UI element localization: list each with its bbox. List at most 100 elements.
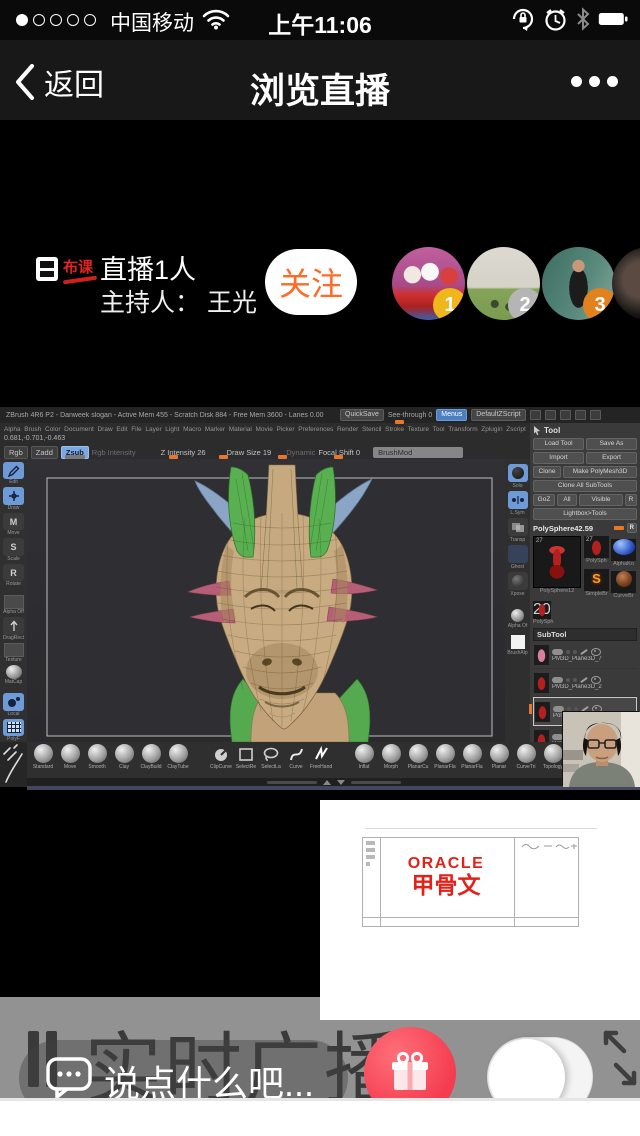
tool-label: Local — [8, 712, 20, 717]
zbrush-menu-item: Transform — [448, 426, 477, 433]
subtool-row: PM3D_Plane3D_2 — [533, 669, 637, 697]
host-webcam-video — [563, 712, 640, 787]
thumbnail-label: PolySph — [584, 558, 609, 564]
tool-label: Alpha Of — [508, 624, 527, 629]
toggle-knob — [489, 1039, 565, 1098]
scale-tool-button: S — [3, 538, 24, 555]
clone-all-subtools-button: Clone All SubTools — [533, 480, 637, 492]
brush-item: Standard — [31, 744, 55, 770]
thumbnail-label: CurveBr — [611, 593, 636, 599]
pen-icon — [580, 648, 588, 654]
oracle-logo-cn: 甲骨文 — [391, 872, 501, 898]
grid-icon — [7, 722, 21, 733]
brush-sphere-icon — [490, 744, 509, 763]
brush-sphere-icon — [88, 744, 107, 763]
tool-label: Rotate — [6, 582, 21, 587]
brush-item: Topology — [541, 744, 565, 770]
viewer-avatar[interactable]: 1 — [392, 247, 465, 320]
pen-icon — [580, 676, 588, 682]
dynamic-toggle: Dynamic — [286, 448, 315, 457]
stroke-label: ClipCurve — [210, 764, 232, 770]
solo-button — [508, 464, 528, 482]
seethrough-slider: See-through 0 — [388, 412, 432, 419]
webcam-overlay — [563, 712, 640, 787]
thumbnail-label: SimpleBr — [584, 591, 609, 597]
zbrush-menu-item: Draw — [97, 426, 112, 433]
dot-icon — [574, 707, 578, 711]
zbrush-menu-item: Light — [165, 426, 179, 433]
save-as-button: Save As — [586, 438, 637, 450]
zbrush-menu-item: File — [131, 426, 141, 433]
tool-thumbnail: S — [584, 569, 609, 591]
transparency-icon — [511, 522, 525, 533]
curve-icon — [287, 745, 305, 763]
zbrush-tool-panel: Tool Load Tool Save As Import Export Clo… — [530, 423, 640, 755]
draw-tool-button — [3, 487, 24, 504]
zbrush-menu-item: Material — [229, 426, 252, 433]
zbrush-coordinates: 0.681,-0.701,-0.463 — [4, 435, 65, 442]
battery-icon — [598, 12, 628, 26]
tool-label: Move — [7, 531, 19, 536]
quicksave-button: QuickSave — [340, 409, 384, 421]
brush-group-2: Inflat Morph PlanarCu PlanarFla — [352, 744, 565, 770]
pen-icon — [581, 705, 589, 711]
dot-icon — [573, 650, 577, 654]
zbrush-corner-brush-icon — [0, 742, 27, 787]
brush-alpha-swatch — [511, 635, 525, 649]
brush-label: Morph — [384, 764, 398, 770]
scribble-icon — [0, 742, 27, 787]
zbrush-menu-item: Alpha — [4, 426, 21, 433]
tool-label: Draw — [8, 506, 20, 511]
page-title: 浏览直播 — [0, 63, 640, 114]
brush-toggle-icon — [552, 677, 563, 683]
brush-label: PlanarFla — [461, 764, 482, 770]
toggle-switch[interactable] — [487, 1037, 593, 1098]
stroke-label: FreeHand — [310, 764, 332, 770]
menus-button: Menus — [436, 409, 467, 421]
draw-size-slider: Draw Size 19 — [227, 448, 272, 457]
subtool-thumbnail — [534, 673, 549, 693]
blue-sphere-icon — [613, 539, 635, 555]
load-tool-button: Load Tool — [533, 438, 584, 450]
scroll-down-icon — [337, 780, 345, 785]
tool-thumbnail — [611, 571, 636, 593]
zbrush-menu-item: Preferences — [298, 426, 333, 433]
subtool-header: SubTool — [533, 628, 637, 641]
table-side-text — [366, 841, 375, 866]
zbrush-menu-item: Macro — [183, 426, 201, 433]
clipcurve-icon — [212, 745, 230, 763]
rotate-icon: R — [10, 568, 17, 578]
viewer-avatar[interactable]: 3 — [542, 247, 615, 320]
brush-label: Smooth — [88, 764, 105, 770]
expand-icon[interactable] — [598, 1027, 640, 1089]
clipcurve-tool: ClipCurve — [210, 745, 232, 770]
brush-item: Inflat — [352, 744, 376, 770]
poly-count: 27 — [586, 537, 593, 543]
current-tool-name: PolySphere42.59 — [533, 524, 593, 533]
brush-item: Move — [58, 744, 82, 770]
zadd-button: Zadd — [31, 446, 58, 459]
viewer-avatar[interactable]: 2 — [467, 247, 540, 320]
tool-label: Scale — [7, 557, 20, 562]
export-button: Export — [586, 452, 637, 464]
zbrush-menu-item: Zplugin — [481, 426, 502, 433]
pencil-icon — [8, 465, 20, 477]
dragon-sculpt-model — [27, 459, 505, 742]
more-button[interactable] — [571, 76, 618, 87]
goz-all-button: All — [557, 494, 577, 506]
brush-label: Clay — [119, 764, 129, 770]
rank-badge: 2 — [508, 288, 540, 320]
chat-bubble-icon — [46, 1057, 92, 1098]
zbrush-menu-item: Tool — [433, 426, 445, 433]
brush-sphere-icon — [355, 744, 374, 763]
brush-item: PlanarFla — [433, 744, 457, 770]
stroke-dragrect-button — [3, 617, 24, 634]
zbrush-menu-item: Movie — [256, 426, 273, 433]
lasso-icon — [262, 745, 280, 763]
import-button: Import — [533, 452, 584, 464]
brush-label: Standard — [33, 764, 53, 770]
zbrush-menu-item: Document — [64, 426, 94, 433]
viewer-avatar[interactable] — [612, 247, 640, 320]
follow-button[interactable]: 关注 — [265, 249, 357, 315]
tool-label: L.Sym — [510, 511, 524, 516]
